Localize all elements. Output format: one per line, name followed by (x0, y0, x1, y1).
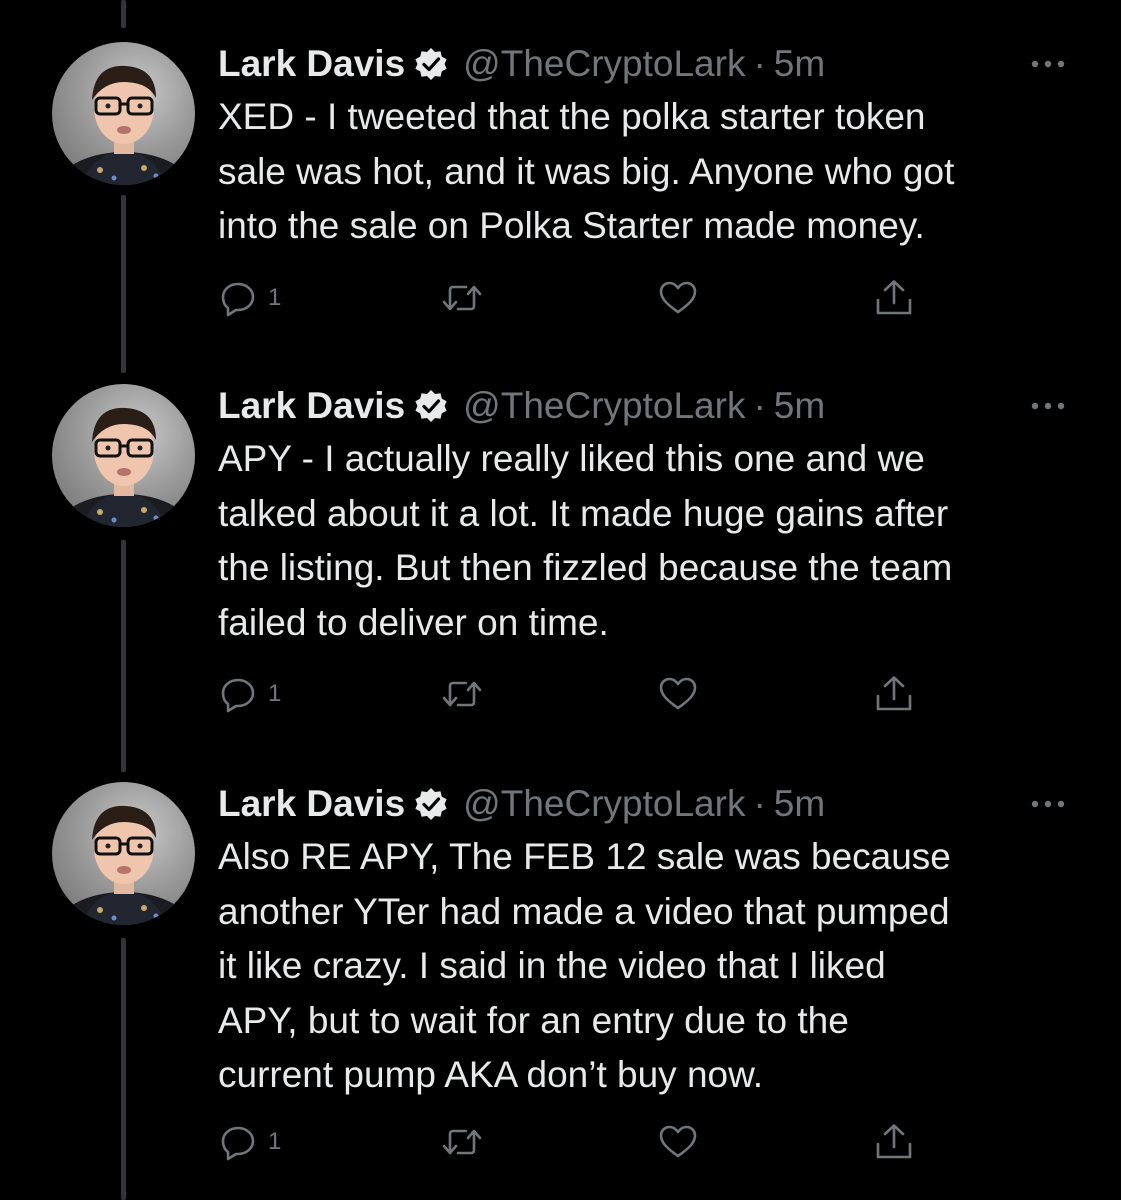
reply-button[interactable]: 1 (218, 674, 281, 714)
timestamp[interactable]: 5m (774, 43, 825, 85)
tweet-text: Also RE APY, The FEB 12 sale was because… (218, 836, 951, 1095)
separator-dot: · (753, 43, 766, 84)
verified-badge-icon (413, 786, 449, 822)
retweet-icon (440, 278, 484, 318)
reply-count: 1 (268, 680, 282, 707)
thread-connector-line (121, 0, 126, 28)
like-icon (656, 278, 700, 318)
reply-button[interactable]: 1 (218, 1122, 281, 1162)
share-icon (872, 1122, 916, 1162)
thread-connector-line (121, 938, 126, 1200)
thread-connector-line (121, 540, 126, 772)
author-name[interactable]: Lark Davis (218, 385, 405, 427)
timestamp[interactable]: 5m (774, 783, 825, 825)
tweet-actions: 1 (218, 1122, 938, 1162)
avatar[interactable] (52, 384, 195, 527)
reply-icon (218, 674, 258, 714)
tweet-header: Lark Davis @TheCryptoLark · 5m (218, 782, 825, 826)
tweet-text: XED - I tweeted that the polka starter t… (218, 96, 955, 246)
author-handle[interactable]: @TheCryptoLark (463, 783, 745, 825)
verified-badge-icon (413, 46, 449, 82)
retweet-icon (440, 1122, 484, 1162)
reply-icon (218, 1122, 258, 1162)
retweet-button[interactable] (440, 278, 484, 318)
verified-badge-icon (413, 388, 449, 424)
reply-count: 1 (268, 284, 282, 311)
retweet-button[interactable] (440, 1122, 484, 1162)
like-button[interactable] (656, 278, 700, 318)
separator-dot: · (753, 783, 766, 824)
share-button[interactable] (872, 278, 916, 318)
author-handle[interactable]: @TheCryptoLark (463, 385, 745, 427)
more-options-icon[interactable] (1028, 56, 1068, 72)
like-button[interactable] (656, 1122, 700, 1162)
tweet-header: Lark Davis @TheCryptoLark · 5m (218, 42, 825, 86)
reply-count: 1 (268, 1128, 282, 1155)
like-button[interactable] (656, 674, 700, 714)
tweet-actions: 1 (218, 674, 938, 714)
tweet-actions: 1 (218, 278, 938, 318)
reply-button[interactable]: 1 (218, 278, 281, 318)
author-name[interactable]: Lark Davis (218, 783, 405, 825)
timestamp[interactable]: 5m (774, 385, 825, 427)
retweet-button[interactable] (440, 674, 484, 714)
like-icon (656, 674, 700, 714)
share-button[interactable] (872, 1122, 916, 1162)
share-button[interactable] (872, 674, 916, 714)
author-name[interactable]: Lark Davis (218, 43, 405, 85)
more-options-icon[interactable] (1028, 796, 1068, 812)
avatar[interactable] (52, 782, 195, 925)
reply-icon (218, 278, 258, 318)
like-icon (656, 1122, 700, 1162)
tweet-header: Lark Davis @TheCryptoLark · 5m (218, 384, 825, 428)
author-handle[interactable]: @TheCryptoLark (463, 43, 745, 85)
more-options-icon[interactable] (1028, 398, 1068, 414)
share-icon (872, 674, 916, 714)
retweet-icon (440, 674, 484, 714)
avatar[interactable] (52, 42, 195, 185)
thread-connector-line (121, 195, 126, 373)
share-icon (872, 278, 916, 318)
separator-dot: · (753, 385, 766, 426)
tweet-text: APY - I actually really liked this one a… (218, 438, 953, 643)
